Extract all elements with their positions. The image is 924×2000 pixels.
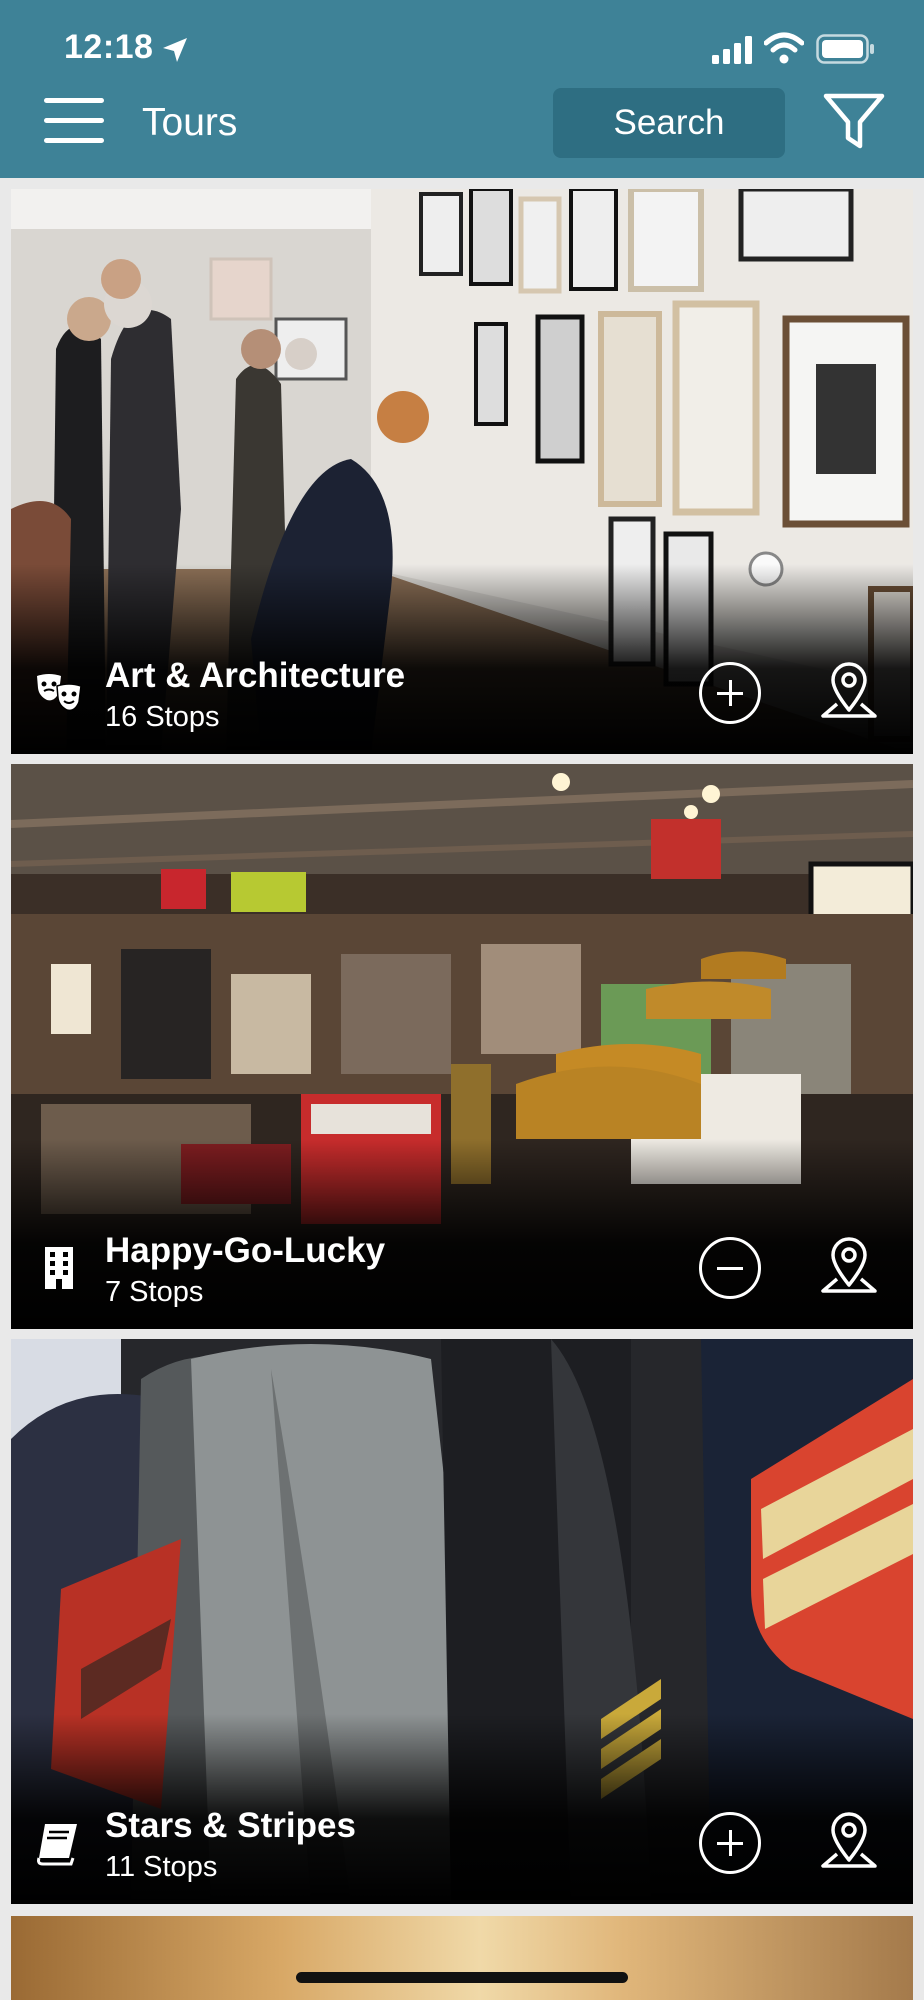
status-time: 12:18 [64, 28, 154, 66]
filter-icon[interactable] [822, 92, 886, 152]
map-pin-icon[interactable] [817, 1233, 881, 1301]
add-tour-button[interactable] [699, 1812, 761, 1874]
tour-stops: 16 Stops [105, 701, 220, 733]
tour-stops: 11 Stops [105, 1851, 218, 1883]
home-indicator [296, 1972, 628, 1983]
menu-icon[interactable] [44, 98, 104, 148]
add-tour-button[interactable] [699, 662, 761, 724]
search-button[interactable]: Search [553, 88, 785, 158]
tour-title: Happy-Go-Lucky [105, 1231, 386, 1270]
map-pin-icon[interactable] [817, 658, 881, 726]
book-icon [37, 1824, 77, 1866]
remove-tour-button[interactable] [699, 1237, 761, 1299]
tour-card-art-architecture[interactable]: Art & Architecture 16 Stops [11, 189, 913, 754]
wifi-icon [764, 32, 804, 64]
location-arrow-icon [163, 38, 187, 62]
tour-card-partial[interactable] [11, 1916, 913, 2000]
tour-stops: 7 Stops [105, 1276, 204, 1308]
tour-card-happy-go-lucky[interactable]: Happy-Go-Lucky 7 Stops [11, 764, 913, 1329]
tour-card-stars-stripes[interactable]: Stars & Stripes 11 Stops [11, 1339, 913, 1904]
app-header: 12:18 Tours Search [0, 0, 924, 178]
page-title: Tours [142, 101, 238, 144]
map-pin-icon[interactable] [817, 1808, 881, 1876]
tour-title: Art & Architecture [105, 656, 406, 695]
theater-masks-icon [37, 674, 82, 712]
battery-icon [816, 34, 874, 64]
cellular-signal-icon [712, 36, 752, 64]
building-icon [45, 1247, 73, 1289]
tour-title: Stars & Stripes [105, 1806, 356, 1845]
